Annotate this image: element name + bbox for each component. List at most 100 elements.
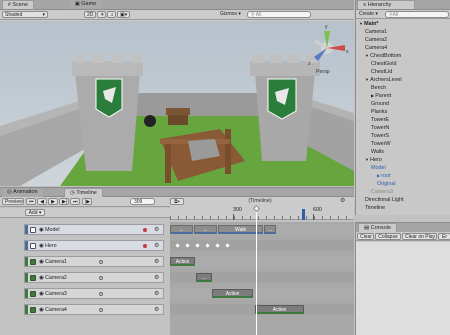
hierarchy-item[interactable]: ChestLid [371,68,392,76]
hierarchy-item[interactable]: Directional Light [365,196,404,204]
hierarchy-item[interactable]: Camera2 [365,36,387,44]
track-header[interactable]: ◉ Camera2 ⚙ [24,272,164,283]
hierarchy-item[interactable]: Walls [371,148,384,156]
console-collapse-button[interactable]: Collapse [375,233,401,240]
lock-icon[interactable] [99,308,103,312]
track-header[interactable]: ◉ Camera4 ⚙ [24,304,164,315]
scene-viewport[interactable]: y x z Persp [0,21,354,186]
lock-icon[interactable] [99,292,103,296]
hierarchy-item[interactable]: Planks [371,108,387,116]
range-marker[interactable] [302,209,305,220]
timeline-clip[interactable]: Active [255,305,304,314]
play-range-icon[interactable]: |▶ [82,198,92,205]
add-track-button[interactable]: Add ▾ [25,209,45,216]
hierarchy-item[interactable]: TowerE [371,116,389,124]
console-clear-button[interactable]: Clear [357,233,374,240]
hierarchy-item[interactable]: Original [377,180,396,188]
tab-console[interactable]: ▤ Console [358,223,397,232]
toggle-2d-button[interactable]: 2D [84,11,96,18]
hierarchy-item[interactable]: TowerS [371,132,389,140]
track-checkbox[interactable] [30,275,36,281]
audio-icon[interactable]: ♫ [107,11,116,18]
create-dropdown[interactable]: Create ▾ [359,11,378,18]
timeline-selector-icon[interactable]: ⧉▾ [170,198,184,205]
time-ruler[interactable]: 300 600 [170,206,354,220]
hierarchy-item[interactable]: Camera3 [371,188,393,196]
track-menu-icon[interactable]: ⚙ [154,290,159,298]
hierarchy-item[interactable]: ▼ ArchersLevel [365,76,402,84]
track-header[interactable]: ◉ Camera1 ⚙ [24,256,164,267]
track-menu-icon[interactable]: ⚙ [154,258,159,266]
timeline-clip[interactable]: ... [194,225,217,234]
animation-icon: ◎ [7,189,12,195]
track-menu-icon[interactable]: ⚙ [154,306,159,314]
frame-field[interactable]: 309 [130,198,155,205]
tab-hierarchy-label: Hierarchy [367,2,392,8]
hierarchy-item-label: Bench [371,85,387,91]
tab-scene[interactable]: # Scene [2,0,34,9]
preview-button[interactable]: Preview [2,198,24,205]
tab-animation[interactable]: ◎ Animation [2,188,43,197]
hierarchy-item[interactable]: Timeline [365,204,385,212]
hierarchy-item-label: Parent [375,93,392,99]
shading-mode-dropdown[interactable]: Shaded ▾ [2,11,48,18]
hierarchy-item[interactable]: Ground [371,100,389,108]
timeline-clip[interactable]: ... [196,273,212,282]
track-header[interactable]: ◉ Model ⚙ [24,224,164,235]
track-menu-icon[interactable]: ⚙ [154,226,159,234]
lock-icon[interactable] [99,276,103,280]
record-icon[interactable] [143,228,147,232]
last-frame-icon[interactable]: ⏭ [70,198,80,205]
light-icon[interactable]: ☀ [97,11,106,18]
track-menu-icon[interactable]: ⚙ [154,274,159,282]
track-checkbox[interactable] [30,243,36,249]
tab-hierarchy[interactable]: ≡ Hierarchy [357,0,415,9]
track-name: ◉ Hero [39,243,57,249]
timeline-clip[interactable]: ... [264,225,276,234]
track-header[interactable]: ◉ Hero ⚙ [24,240,164,251]
record-icon[interactable] [143,244,147,248]
timeline-clip[interactable]: Active [212,289,253,298]
track-lane[interactable] [170,256,354,267]
hierarchy-item-label: Original [377,181,396,187]
hierarchy-item-label: Hero [370,157,382,163]
hierarchy-item[interactable]: Bench [371,84,386,92]
track-checkbox[interactable] [30,227,36,233]
timeline-clip[interactable]: Active [170,257,195,266]
hierarchy-item[interactable]: TowerN [371,124,389,132]
image-effects-icon[interactable]: ▣▾ [117,11,130,18]
hierarchy-item[interactable]: ▼ Hero [365,156,382,164]
track-checkbox[interactable] [30,291,36,297]
scene-search-input[interactable]: ⚲ All [247,11,311,18]
hierarchy-item[interactable]: ▼ Main* [359,20,378,28]
track-header[interactable]: ◉ Camera3 ⚙ [24,288,164,299]
hierarchy-item[interactable]: ChestGold [371,60,396,68]
tab-timeline[interactable]: ◷ Timeline [64,188,103,197]
hierarchy-item[interactable]: Camera4 [365,44,387,52]
hierarchy-item-label: Camera3 [371,189,394,195]
console-log-area [356,242,450,335]
tab-game[interactable]: ▣ Game [70,0,102,9]
prev-frame-icon[interactable]: ◀ [37,198,47,205]
timeline-clip[interactable]: ... [170,225,193,234]
preview-label: Preview [5,199,23,205]
console-clear-on-play-button[interactable]: Clear on Play [402,233,437,240]
hierarchy-item[interactable]: ▶ root [377,172,390,180]
hierarchy-search-input[interactable]: ⚲All [385,11,449,18]
track-menu-icon[interactable]: ⚙ [154,242,159,250]
track-lane[interactable] [170,288,354,299]
next-frame-icon[interactable]: ▶| [59,198,69,205]
hierarchy-item[interactable]: ▼ ChestBottom [365,52,401,60]
hierarchy-item[interactable]: Camera1 [365,28,387,36]
console-error-pause-button[interactable]: Er [438,233,450,240]
track-checkbox[interactable] [30,259,36,265]
hierarchy-item[interactable]: Model [371,164,386,172]
play-icon[interactable]: ▶ [48,198,58,205]
track-checkbox[interactable] [30,307,36,313]
hierarchy-item[interactable]: TowerW [371,140,390,148]
first-frame-icon[interactable]: ⏮ [26,198,36,205]
timeline-settings-icon[interactable]: ⚙ [340,197,345,206]
lock-icon[interactable] [99,260,103,264]
gizmos-dropdown[interactable]: Gizmos ▾ [220,11,241,18]
hierarchy-item[interactable]: ▶ Parent [371,92,391,100]
